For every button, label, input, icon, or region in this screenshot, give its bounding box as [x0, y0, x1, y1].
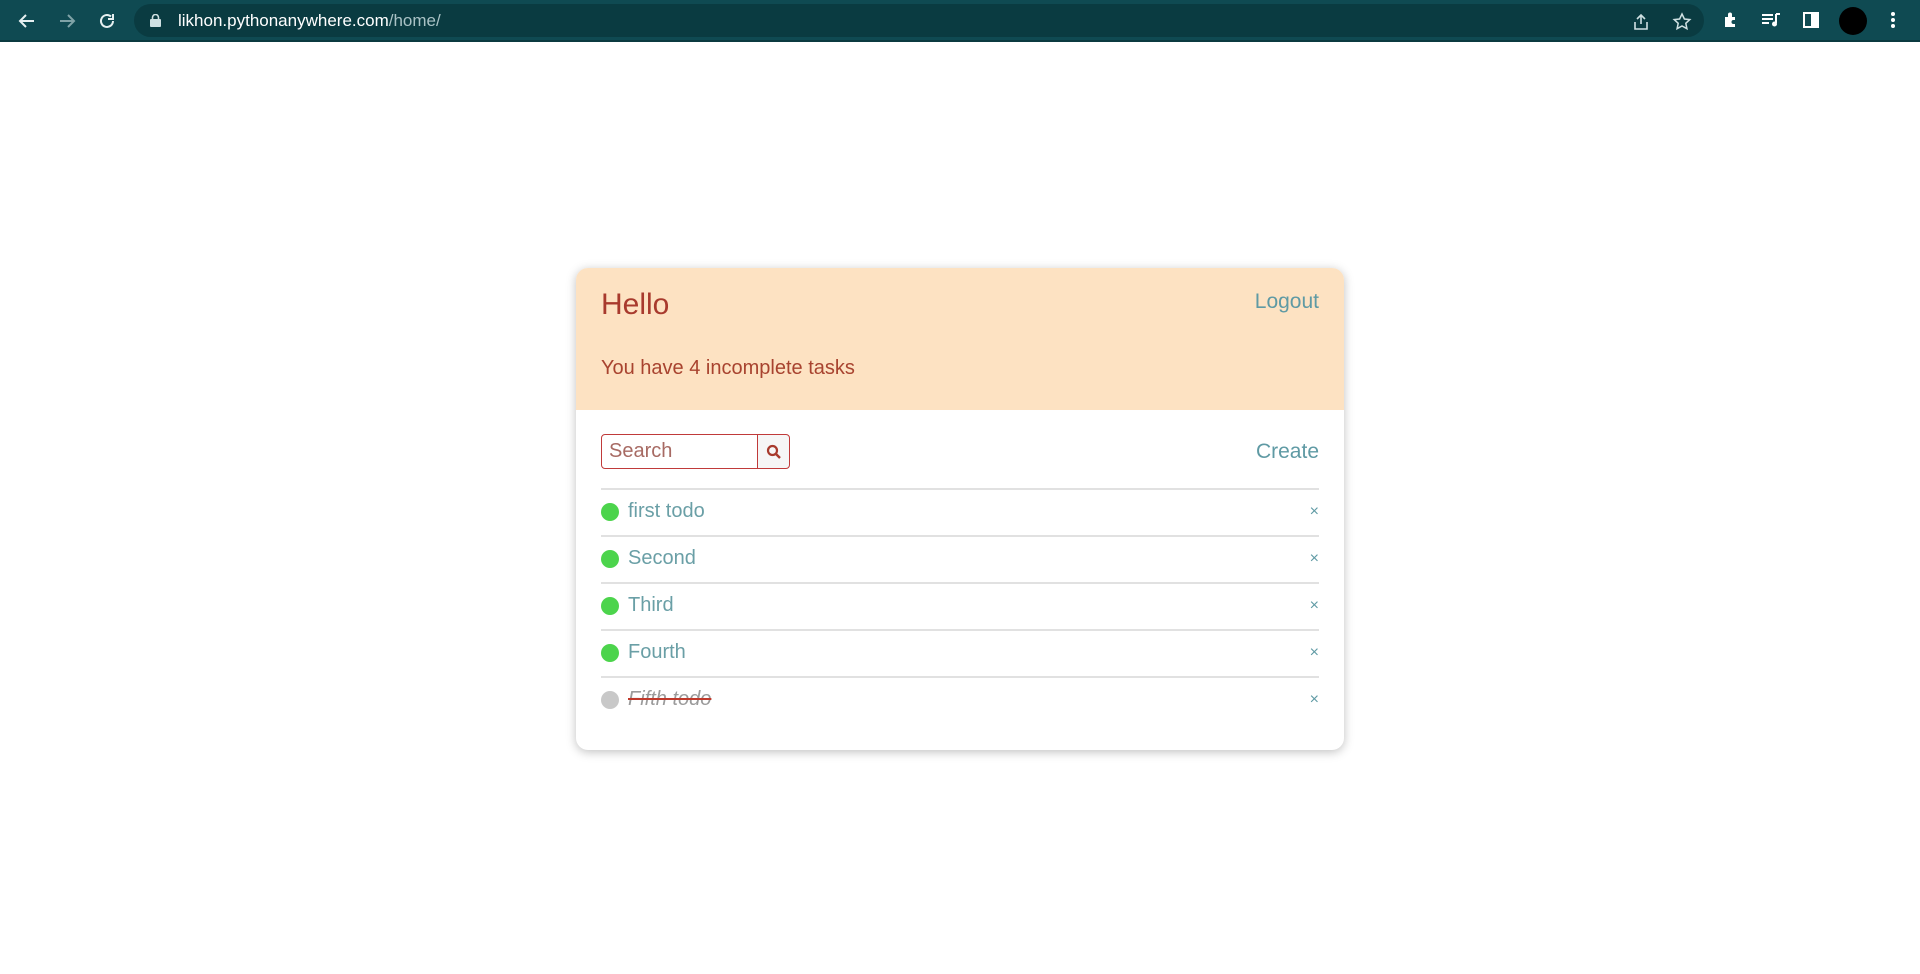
task-title[interactable]: Third	[628, 594, 674, 617]
delete-icon[interactable]: ×	[1310, 550, 1319, 568]
back-icon[interactable]	[14, 8, 40, 34]
create-link[interactable]: Create	[1256, 440, 1319, 464]
search-input[interactable]	[601, 434, 758, 469]
url-path: /home/	[388, 11, 441, 30]
task-status-dot	[601, 503, 619, 521]
browser-toolbar: likhon.pythonanywhere.com/home/	[0, 0, 1920, 42]
task-list: first todo × Second × Third × Fourth × F…	[601, 488, 1319, 723]
task-item: Fourth ×	[601, 629, 1319, 676]
side-panel-icon[interactable]	[1800, 9, 1822, 31]
task-title[interactable]: Second	[628, 547, 696, 570]
task-item: Third ×	[601, 582, 1319, 629]
search-toolbar: Create	[576, 410, 1344, 490]
task-item: Fifth todo ×	[601, 676, 1319, 723]
search-icon	[766, 444, 781, 459]
delete-icon[interactable]: ×	[1310, 644, 1319, 662]
task-status-dot	[601, 691, 619, 709]
media-playlist-icon[interactable]	[1760, 9, 1782, 31]
bookmark-star-icon[interactable]	[1672, 12, 1692, 32]
task-status-dot	[601, 550, 619, 568]
task-title[interactable]: Fifth todo	[628, 688, 711, 711]
extensions-icon[interactable]	[1720, 9, 1742, 31]
todo-card: Hello Logout You have 4 incomplete tasks…	[576, 268, 1344, 750]
task-title[interactable]: first todo	[628, 500, 705, 523]
task-status-dot	[601, 597, 619, 615]
forward-icon[interactable]	[54, 8, 80, 34]
task-item: Second ×	[601, 535, 1319, 582]
url-text: likhon.pythonanywhere.com/home/	[178, 11, 441, 31]
task-title[interactable]: Fourth	[628, 641, 686, 664]
search-button[interactable]	[757, 434, 790, 469]
delete-icon[interactable]: ×	[1310, 691, 1319, 709]
url-host: likhon.pythonanywhere.com	[178, 11, 389, 30]
delete-icon[interactable]: ×	[1310, 503, 1319, 521]
menu-dots-icon[interactable]	[1882, 9, 1904, 31]
card-header: Hello Logout You have 4 incomplete tasks	[576, 268, 1344, 410]
logout-link[interactable]: Logout	[1255, 290, 1319, 314]
share-icon[interactable]	[1631, 12, 1651, 32]
lock-icon	[150, 14, 161, 27]
greeting-title: Hello	[601, 288, 670, 321]
task-status-dot	[601, 644, 619, 662]
delete-icon[interactable]: ×	[1310, 597, 1319, 615]
address-bar[interactable]: likhon.pythonanywhere.com/home/	[134, 4, 1704, 37]
task-item: first todo ×	[601, 488, 1319, 535]
profile-avatar[interactable]	[1839, 7, 1867, 35]
incomplete-count-text: You have 4 incomplete tasks	[601, 357, 855, 379]
reload-icon[interactable]	[94, 8, 120, 34]
